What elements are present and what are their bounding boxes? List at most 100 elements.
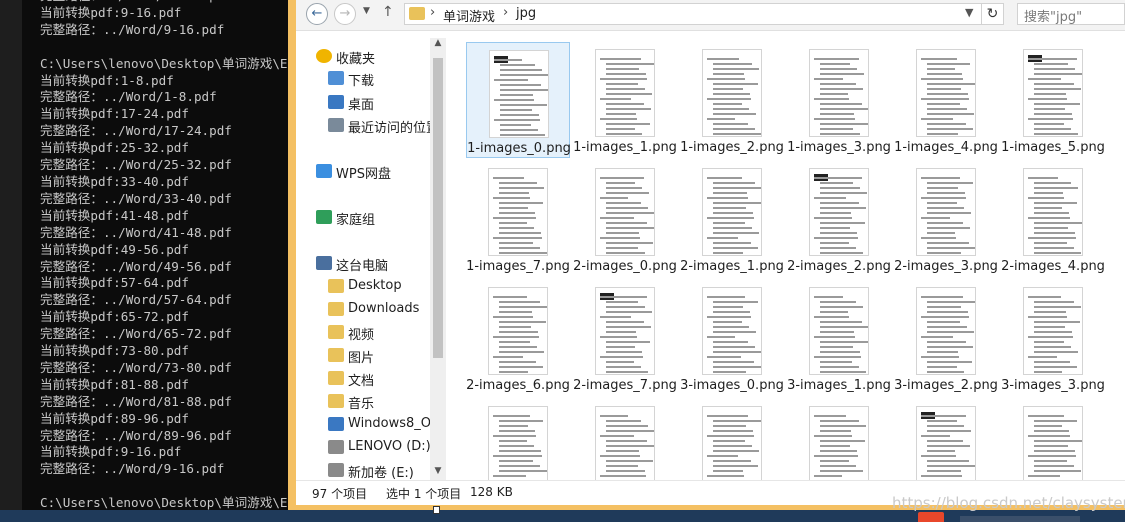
music-folder-icon xyxy=(328,394,344,408)
thumbnail-text-line xyxy=(921,296,963,298)
thumbnail-text-line xyxy=(494,119,540,121)
resize-grip[interactable] xyxy=(433,506,440,514)
file-item[interactable]: 1-images_5.png xyxy=(1001,42,1105,158)
computer-icon xyxy=(316,256,332,270)
thumbnail-text-line xyxy=(927,252,961,254)
file-item[interactable]: 1- xyxy=(1108,42,1125,158)
file-item[interactable]: 3-images_1.png xyxy=(787,280,891,396)
thumbnail-text-line xyxy=(707,336,735,338)
thumbnail-text-line xyxy=(927,207,964,209)
taskbar-app-icon[interactable] xyxy=(960,516,1080,522)
nav-item[interactable]: 下载 xyxy=(296,68,436,90)
thumbnail-text-line xyxy=(606,133,642,135)
thumbnail-text-line xyxy=(606,425,648,427)
address-dropdown-icon[interactable]: ▼ xyxy=(965,6,973,19)
file-item[interactable] xyxy=(894,399,998,480)
file-item[interactable]: 1-images_0.png xyxy=(466,42,571,158)
file-item[interactable]: 3-images_2.png xyxy=(894,280,998,396)
file-item[interactable] xyxy=(466,399,570,480)
thumbnail-text-line xyxy=(814,118,855,120)
file-item[interactable] xyxy=(1108,399,1125,480)
nav-item[interactable]: Desktop xyxy=(296,276,436,298)
file-item[interactable]: 2- xyxy=(1108,161,1125,277)
thumbnail-text-line xyxy=(500,89,548,91)
file-item[interactable]: 3-images_3.png xyxy=(1001,280,1105,396)
thumbnail-text-line xyxy=(493,415,530,417)
thumbnail-text-line xyxy=(1034,341,1064,343)
thumbnail-text-line xyxy=(493,356,523,358)
file-item[interactable]: 2-images_3.png xyxy=(894,161,998,277)
file-item[interactable]: 1-images_1.png xyxy=(573,42,677,158)
thumbnail-text-line xyxy=(713,430,753,432)
file-item[interactable]: 2-images_4.png xyxy=(1001,161,1105,277)
nav-item[interactable]: 图片 xyxy=(296,345,436,367)
nav-item[interactable]: Downloads xyxy=(296,299,436,321)
thumbnail-text-line xyxy=(1034,460,1067,462)
file-item[interactable]: 2-images_0.png xyxy=(573,161,677,277)
thumbnail-text-line xyxy=(820,361,852,363)
thumbnail-text-line xyxy=(1034,128,1071,130)
nav-item[interactable]: WPS网盘 xyxy=(296,161,436,183)
thumbnail-text-line xyxy=(921,455,956,457)
breadcrumb-item[interactable]: 单词游戏 xyxy=(443,6,495,25)
thumbnail-text-line xyxy=(713,227,752,229)
thumbnail-text-line xyxy=(713,311,750,313)
nav-item[interactable]: 收藏夹 xyxy=(296,46,436,68)
thumbnail-text-line xyxy=(814,316,849,318)
file-item[interactable] xyxy=(1001,399,1105,480)
thumbnail-text-line xyxy=(814,475,842,477)
file-item[interactable] xyxy=(787,399,891,480)
file-item[interactable] xyxy=(573,399,677,480)
file-item[interactable]: 1-images_2.png xyxy=(680,42,784,158)
nav-item[interactable]: LENOVO (D:) xyxy=(296,437,436,459)
nav-item[interactable]: 音乐 xyxy=(296,391,436,413)
thumbnail-text-line xyxy=(606,68,639,70)
image-thumbnail xyxy=(916,406,976,480)
file-item[interactable]: 1-images_7.png xyxy=(466,161,570,277)
nav-item-label: WPS网盘 xyxy=(336,167,391,182)
forward-button[interactable]: → xyxy=(334,3,356,25)
breadcrumb-item[interactable]: jpg xyxy=(516,6,536,21)
nav-item[interactable]: 这台电脑 xyxy=(296,253,436,275)
file-item[interactable]: 2-images_1.png xyxy=(680,161,784,277)
file-item[interactable]: 3- xyxy=(1108,280,1125,396)
file-item[interactable]: 1-images_4.png xyxy=(894,42,998,158)
image-thumbnail xyxy=(702,406,762,480)
scrollbar-thumb[interactable] xyxy=(433,58,443,358)
file-item[interactable]: 3-images_0.png xyxy=(680,280,784,396)
image-thumbnail xyxy=(1023,49,1083,137)
console-output: 完整路径：../Word/89-96.pdf 当前转换pdf:9-16.pdf … xyxy=(40,0,300,511)
thumbnail-text-line xyxy=(499,420,543,422)
file-item[interactable]: 2-images_6.png xyxy=(466,280,570,396)
search-input[interactable]: 搜索"jpg" xyxy=(1017,3,1125,25)
scroll-down-icon[interactable]: ▼ xyxy=(430,466,446,476)
nav-item[interactable]: 桌面 xyxy=(296,92,436,114)
nav-item[interactable]: 家庭组 xyxy=(296,207,436,229)
nav-item[interactable]: 视频 xyxy=(296,322,436,344)
file-item[interactable]: 2-images_2.png xyxy=(787,161,891,277)
refresh-button[interactable]: ↻ xyxy=(982,3,1004,25)
navigation-pane-scrollbar[interactable]: ▲ ▼ xyxy=(430,38,446,480)
up-button[interactable]: ↑ xyxy=(382,4,394,20)
nav-item[interactable]: Windows8_OS xyxy=(296,414,439,436)
nav-item[interactable]: 新加卷 (E:) xyxy=(296,460,436,482)
nav-item[interactable]: 文档 xyxy=(296,368,436,390)
address-bar[interactable]: › 单词游戏 › jpg ▼ xyxy=(404,3,982,25)
recent-locations-dropdown[interactable]: ▼ xyxy=(363,6,370,16)
image-thumbnail xyxy=(809,49,869,137)
scroll-up-icon[interactable]: ▲ xyxy=(430,38,446,48)
back-button[interactable]: ← xyxy=(306,3,328,25)
nav-item[interactable]: 最近访问的位置 xyxy=(296,115,439,137)
file-item[interactable] xyxy=(680,399,784,480)
thumbnail-text-line xyxy=(927,460,969,462)
file-list: 1-images_0.png 1-images_1.png 1-images_2.p… xyxy=(452,38,1125,480)
thumbnail-text-line xyxy=(927,227,970,229)
file-item[interactable]: 2-images_7.png xyxy=(573,280,677,396)
taskbar-app-icon[interactable] xyxy=(918,512,944,522)
thumbnail-text-line xyxy=(814,98,849,100)
thumbnail-text-line xyxy=(606,460,653,462)
file-item[interactable]: 1-images_3.png xyxy=(787,42,891,158)
thumbnail-text-line xyxy=(707,237,738,239)
thumbnail-text-line xyxy=(707,177,742,179)
thumbnail-text-line xyxy=(927,123,966,125)
